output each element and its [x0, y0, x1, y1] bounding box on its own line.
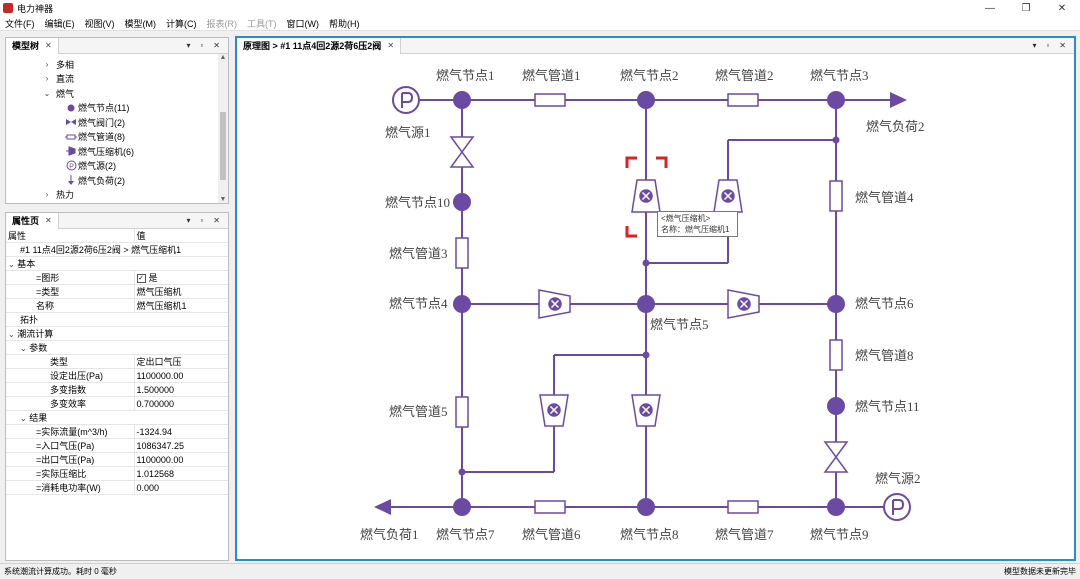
- label-source-2: 燃气源2: [875, 471, 921, 486]
- valve-1[interactable]: [449, 136, 475, 168]
- pipe-7[interactable]: [727, 500, 759, 514]
- label-node-7: 燃气节点7: [436, 527, 495, 542]
- junction-dot: [642, 259, 650, 267]
- status-message: 系统潮流计算成功。耗时 0 毫秒: [4, 567, 117, 576]
- node-5[interactable]: [637, 295, 655, 313]
- load-1[interactable]: [374, 499, 391, 515]
- tooltip-type: <燃气压缩机>: [661, 214, 711, 223]
- node-8[interactable]: [637, 498, 655, 516]
- label-pipe-7: 燃气管道7: [715, 527, 774, 542]
- pipe-4[interactable]: [829, 180, 843, 212]
- source-1[interactable]: [392, 86, 420, 114]
- label-node-10: 燃气节点10: [385, 195, 450, 210]
- label-node-3: 燃气节点3: [810, 68, 869, 83]
- node-2[interactable]: [637, 91, 655, 109]
- node-9[interactable]: [827, 498, 845, 516]
- label-pipe-2: 燃气管道2: [715, 68, 774, 83]
- node-11[interactable]: [827, 397, 845, 415]
- label-pipe-3: 燃气管道3: [389, 246, 448, 261]
- load-2[interactable]: [890, 92, 907, 108]
- compressor-2[interactable]: [713, 179, 743, 213]
- pipe-6[interactable]: [534, 500, 566, 514]
- node-1[interactable]: [453, 91, 471, 109]
- label-load-1: 燃气负荷1: [360, 527, 419, 542]
- compressor-1[interactable]: [631, 179, 661, 213]
- label-node-9: 燃气节点9: [810, 527, 869, 542]
- status-right-message: 模型数据未更新完毕: [1004, 567, 1076, 576]
- label-node-1: 燃气节点1: [436, 68, 495, 83]
- label-node-11: 燃气节点11: [855, 399, 920, 414]
- valve-2[interactable]: [823, 441, 849, 473]
- label-pipe-8: 燃气管道8: [855, 348, 914, 363]
- compressor-5[interactable]: [539, 394, 569, 427]
- label-source-1: 燃气源1: [385, 125, 431, 140]
- node-4[interactable]: [453, 295, 471, 313]
- pipe-3[interactable]: [455, 237, 469, 269]
- label-pipe-6: 燃气管道6: [522, 527, 581, 542]
- label-pipe-5: 燃气管道5: [389, 404, 448, 419]
- label-node-4: 燃气节点4: [389, 296, 448, 311]
- gas-network-diagram[interactable]: 燃气节点1 燃气管道1 燃气节点2 燃气管道2 燃气节点3 燃气源1 燃气负荷2…: [0, 0, 1080, 579]
- label-node-2: 燃气节点2: [620, 68, 679, 83]
- pipe-2[interactable]: [727, 93, 759, 107]
- label-load-2: 燃气负荷2: [866, 119, 925, 134]
- pipe-5[interactable]: [455, 396, 469, 428]
- junction-dot: [458, 468, 466, 476]
- node-10[interactable]: [453, 193, 471, 211]
- node-7[interactable]: [453, 498, 471, 516]
- label-pipe-4: 燃气管道4: [855, 190, 914, 205]
- label-node-6: 燃气节点6: [855, 296, 914, 311]
- tooltip-name: 名称：燃气压缩机1: [661, 225, 730, 234]
- label-node-8: 燃气节点8: [620, 527, 679, 542]
- pipe-8[interactable]: [829, 339, 843, 371]
- label-pipe-1: 燃气管道1: [522, 68, 581, 83]
- compressor-4[interactable]: [727, 289, 760, 319]
- compressor-3[interactable]: [538, 289, 571, 319]
- tooltip: <燃气压缩机> 名称：燃气压缩机1: [657, 211, 738, 237]
- label-node-5: 燃气节点5: [650, 317, 709, 332]
- compressor-6[interactable]: [631, 394, 661, 427]
- node-3[interactable]: [827, 91, 845, 109]
- source-2[interactable]: [883, 493, 911, 521]
- junction-dot: [832, 136, 840, 144]
- junction-dot: [642, 351, 650, 359]
- pipe-1[interactable]: [534, 93, 566, 107]
- status-bar: 系统潮流计算成功。耗时 0 毫秒 模型数据未更新完毕: [0, 563, 1080, 579]
- node-6[interactable]: [827, 295, 845, 313]
